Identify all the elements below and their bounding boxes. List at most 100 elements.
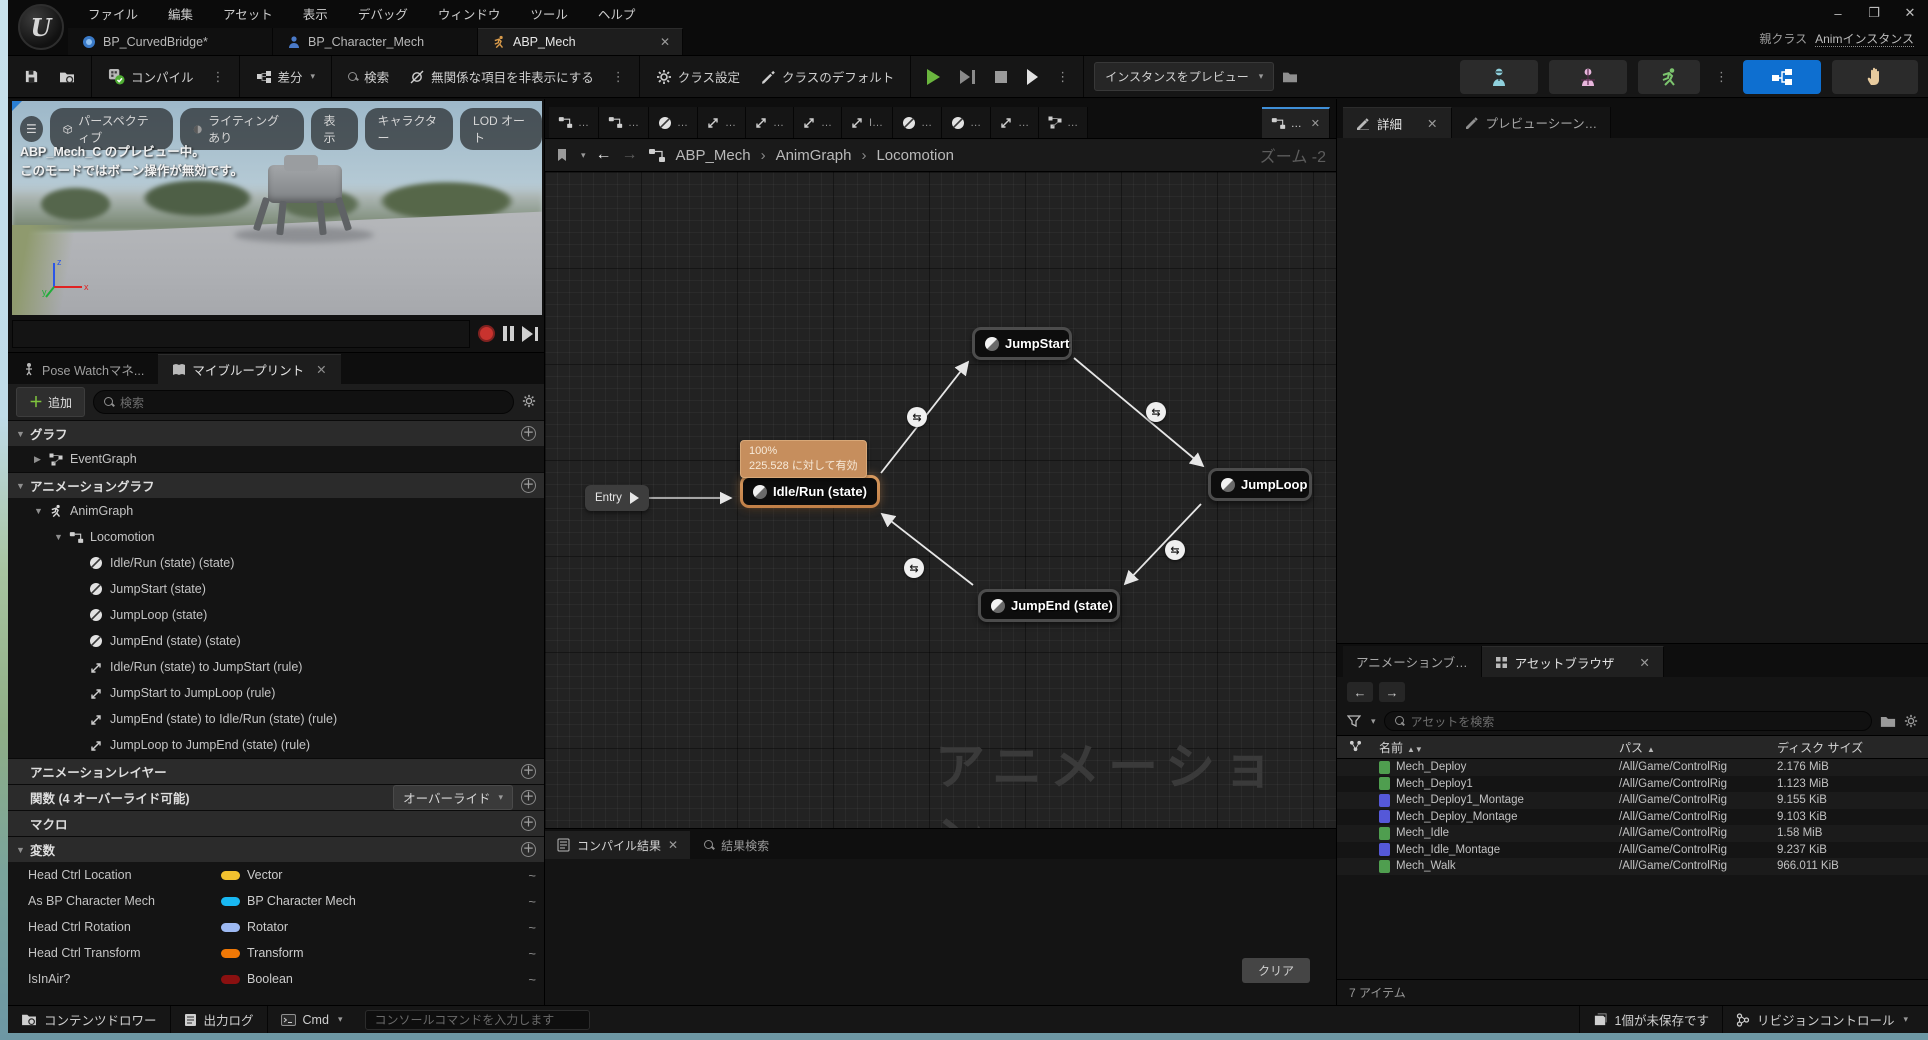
variable-visibility-icon[interactable]: ~ [528, 946, 536, 961]
column-path[interactable]: パス ▲ [1619, 739, 1777, 756]
diff-button[interactable]: 差分 ▾ [250, 61, 322, 92]
tab-animation-blueprint[interactable]: アニメーションブ… [1343, 646, 1482, 677]
graph-doc-tab-3[interactable]: … [698, 107, 746, 138]
viewport-menu-button[interactable]: ☰ [20, 116, 43, 142]
transition-rule-node-1[interactable]: ⇆ [1146, 402, 1166, 422]
asset-tab-ABP_Mech[interactable]: ABP_Mech ✕ [478, 28, 683, 55]
breadcrumb-animgraph[interactable]: AnimGraph [776, 147, 852, 164]
tab-compile-results[interactable]: コンパイル結果 ✕ [545, 831, 691, 859]
add-in-section-icon[interactable]: ＋ [521, 816, 536, 831]
find-button[interactable]: 検索 [342, 61, 395, 92]
graph-doc-tab-5[interactable]: … [794, 107, 842, 138]
menu-2[interactable]: アセット [211, 0, 285, 27]
play-button[interactable] [921, 63, 946, 91]
bookmark-icon[interactable] [555, 148, 569, 162]
close-icon[interactable]: ✕ [1311, 117, 1320, 130]
graph-doc-tab-9[interactable]: … [991, 107, 1040, 138]
menu-5[interactable]: ウィンドウ [426, 0, 513, 27]
content-drawer-button[interactable]: コンテンツドロワー [8, 1006, 171, 1033]
close-icon[interactable]: ✕ [316, 362, 326, 377]
tree-item[interactable]: JumpLoop (state) [8, 602, 544, 628]
compile-options-kebab[interactable]: ⋮ [208, 69, 229, 85]
mesh-mode-button[interactable] [1549, 59, 1627, 94]
nav-forward-button[interactable]: → [622, 146, 638, 164]
tab-asset-browser[interactable]: アセットブラウザ ✕ [1481, 646, 1664, 677]
column-type-icon[interactable] [1337, 740, 1379, 755]
column-name[interactable]: 名前 ▲▼ [1379, 739, 1619, 756]
revision-control-button[interactable]: リビジョンコントロール ▾ [1721, 1006, 1928, 1033]
compile-button[interactable]: コンパイル [102, 61, 200, 92]
graph-doc-tab-8[interactable]: … [942, 107, 992, 138]
graph-mode-button[interactable] [1743, 59, 1821, 94]
show-menu-button[interactable]: 表示 [310, 108, 358, 150]
menu-0[interactable]: ファイル [76, 0, 150, 27]
browser-settings-icon[interactable] [1904, 714, 1918, 728]
graph-doc-tab-2[interactable]: … [649, 107, 698, 138]
hide-unrelated-button[interactable]: 無関係な項目を非表示にする [403, 61, 600, 92]
tree-item[interactable]: JumpEnd (state) (state) [8, 628, 544, 654]
column-size[interactable]: ディスク サイズ [1777, 739, 1928, 756]
unsaved-indicator[interactable]: 1個が未保存です [1578, 1006, 1722, 1033]
browser-back-button[interactable]: ← [1347, 682, 1373, 702]
clear-button[interactable]: クリア [1241, 958, 1310, 983]
add-in-section-icon[interactable]: ＋ [521, 842, 536, 857]
tree-section-0[interactable]: ▼ グラフ＋ [8, 420, 544, 446]
tree-section-14[interactable]: 関数 (4 オーバーライド可能) オーバーライド ▾ ＋ [8, 784, 544, 810]
add-in-section-icon[interactable]: ＋ [521, 764, 536, 779]
state-node-jump-start[interactable]: JumpStart [972, 327, 1072, 360]
state-machine-canvas[interactable]: アニメーション EntryIdle/Run (state)JumpStartJu… [545, 172, 1336, 828]
asset-row-Mech_Deploy_Montage[interactable]: Mech_Deploy_Montage/All/Game/ControlRig 9… [1337, 809, 1928, 826]
asset-row-Mech_Deploy1_Montage[interactable]: Mech_Deploy1_Montage/All/Game/ControlRig… [1337, 792, 1928, 809]
browser-forward-button[interactable]: → [1379, 682, 1405, 702]
tree-section-13[interactable]: アニメーションレイヤー＋ [8, 758, 544, 784]
state-node-jump-end[interactable]: JumpEnd (state) [978, 589, 1120, 622]
stop-button[interactable] [989, 65, 1013, 89]
tree-section-16[interactable]: ▼ 変数＋ [8, 836, 544, 862]
graph-doc-tab-0[interactable]: … [549, 107, 599, 138]
tab-preview-scene[interactable]: プレビューシーン… [1451, 107, 1612, 138]
tree-item[interactable]: JumpEnd (state) to Idle/Run (state) (rul… [8, 706, 544, 732]
tab-pose-watch[interactable]: Pose Watchマネ... [8, 354, 158, 384]
graph-doc-tab-1[interactable]: … [599, 107, 649, 138]
output-log-button[interactable]: 出力ログ [171, 1006, 268, 1033]
menu-3[interactable]: 表示 [291, 0, 340, 27]
debug-filter-icon[interactable] [1282, 70, 1298, 84]
asset-row-Mech_Idle[interactable]: Mech_Idle/All/Game/ControlRig 1.58 MiB [1337, 825, 1928, 842]
transition-rule-node-0[interactable]: ⇆ [907, 407, 927, 427]
transition-rule-node-3[interactable]: ⇆ [904, 558, 924, 578]
menu-4[interactable]: デバッグ [346, 0, 420, 27]
tab-details[interactable]: 詳細 ✕ [1343, 107, 1452, 138]
state-node-jump-loop[interactable]: JumpLoop [1208, 468, 1312, 501]
asset-tab-BP_Character_Mech[interactable]: BP_Character_Mech [273, 28, 478, 55]
variable-row[interactable]: Head Ctrl Rotation Rotator ~ [8, 914, 544, 940]
asset-search[interactable]: アセットを検索 [1383, 711, 1872, 731]
entry-node[interactable]: Entry [585, 485, 649, 511]
tree-item[interactable]: JumpStart (state) [8, 576, 544, 602]
class-settings-button[interactable]: クラス設定 [650, 61, 746, 92]
graph-doc-tab-6[interactable]: I… [842, 107, 894, 138]
variable-row[interactable]: Head Ctrl Location Vector ~ [8, 862, 544, 888]
record-button[interactable] [478, 325, 495, 342]
tree-item[interactable]: Idle/Run (state) (state) [8, 550, 544, 576]
hide-unrelated-kebab[interactable]: ⋮ [608, 69, 629, 85]
graph-doc-tab-11[interactable]: … ✕ [1261, 107, 1330, 138]
menu-1[interactable]: 編集 [156, 0, 205, 27]
close-icon[interactable]: ✕ [1427, 116, 1437, 131]
asset-tab-BP_CurvedBridge-[interactable]: BP_CurvedBridge* [68, 28, 273, 55]
step-forward-button[interactable] [522, 325, 538, 342]
close-icon[interactable]: ✕ [668, 838, 678, 852]
close-icon[interactable]: ✕ [660, 35, 670, 49]
console-command-input[interactable]: コンソールコマンドを入力します [365, 1009, 591, 1030]
preview-instance-dropdown[interactable]: インスタンスをプレビュー ▾ [1094, 62, 1275, 91]
variable-row[interactable]: Head Ctrl Transform Transform ~ [8, 940, 544, 966]
add-in-section-icon[interactable]: ＋ [521, 790, 536, 805]
tree-item[interactable]: Idle/Run (state) to JumpStart (rule) [8, 654, 544, 680]
asset-row-Mech_Deploy1[interactable]: Mech_Deploy1/All/Game/ControlRig 1.123 Mi… [1337, 776, 1928, 793]
tree-item[interactable]: JumpStart to JumpLoop (rule) [8, 680, 544, 706]
tree-item[interactable]: ▼ Locomotion [8, 524, 544, 550]
state-node-idle-run[interactable]: Idle/Run (state) [740, 475, 880, 508]
menu-7[interactable]: ヘルプ [586, 0, 648, 27]
save-button[interactable] [18, 63, 45, 90]
variable-visibility-icon[interactable]: ~ [528, 868, 536, 883]
menu-6[interactable]: ツール [518, 0, 580, 27]
